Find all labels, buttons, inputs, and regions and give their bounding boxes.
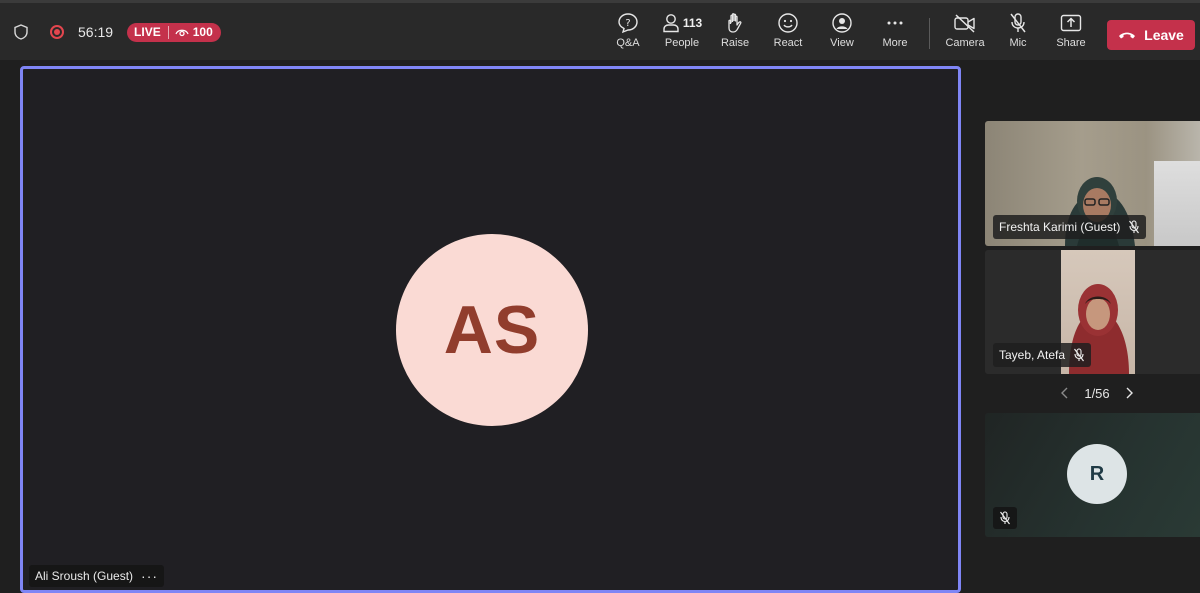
window-background bbox=[1154, 161, 1200, 246]
more-icon bbox=[884, 11, 906, 35]
mic-label: Mic bbox=[1009, 37, 1027, 49]
meeting-toolbar: 56:19 LIVE 100 ? Q&A 113 People Raise Re… bbox=[0, 3, 1200, 60]
speaker-name-tag: Ali Sroush (Guest) ··· bbox=[29, 565, 165, 587]
view-button[interactable]: View bbox=[817, 11, 867, 55]
mic-off-icon bbox=[993, 507, 1017, 529]
phone-hangup-icon bbox=[1119, 32, 1136, 39]
more-button[interactable]: More bbox=[870, 11, 920, 55]
recording-icon bbox=[50, 25, 64, 39]
leave-label: Leave bbox=[1144, 27, 1184, 43]
mic-off-icon bbox=[1128, 220, 1140, 234]
gallery-pager: 1/56 bbox=[1060, 383, 1134, 403]
view-label: View bbox=[830, 37, 854, 49]
qa-label: Q&A bbox=[616, 37, 640, 49]
share-label: Share bbox=[1056, 37, 1086, 49]
speaker-avatar: AS bbox=[396, 234, 588, 426]
smiley-icon bbox=[777, 11, 799, 35]
mic-off-icon bbox=[1008, 11, 1028, 35]
react-label: React bbox=[773, 37, 803, 49]
speaker-name: Ali Sroush (Guest) bbox=[35, 569, 134, 583]
toolbar-divider bbox=[929, 18, 930, 49]
leave-button[interactable]: Leave bbox=[1107, 20, 1195, 50]
mic-off-icon bbox=[1073, 348, 1085, 362]
participant-name: Freshta Karimi (Guest) bbox=[999, 220, 1121, 234]
participant-tile[interactable]: Freshta Karimi (Guest) bbox=[985, 121, 1200, 246]
react-button[interactable]: React bbox=[763, 11, 813, 55]
hand-icon bbox=[725, 11, 745, 35]
page-indicator: 1/56 bbox=[1084, 385, 1110, 401]
more-label: More bbox=[882, 37, 908, 49]
participant-avatar: R bbox=[1067, 444, 1127, 504]
people-count: 113 bbox=[682, 16, 703, 30]
meeting-status: 56:19 LIVE 100 bbox=[12, 20, 221, 44]
live-label: LIVE bbox=[134, 25, 161, 39]
raise-hand-button[interactable]: Raise bbox=[710, 11, 760, 55]
meeting-timer: 56:19 bbox=[78, 24, 114, 40]
main-speaker-stage[interactable]: AS Ali Sroush (Guest) ··· bbox=[20, 66, 961, 593]
participant-name-tag: Tayeb, Atefa bbox=[993, 343, 1092, 367]
camera-label: Camera bbox=[945, 37, 985, 49]
people-label: People bbox=[664, 37, 700, 49]
people-button[interactable]: 113 People bbox=[656, 11, 708, 55]
participant-name-tag: Freshta Karimi (Guest) bbox=[993, 215, 1147, 239]
person-icon bbox=[662, 13, 680, 33]
mic-button[interactable]: Mic bbox=[993, 11, 1043, 55]
chevron-left-icon[interactable] bbox=[1060, 386, 1070, 400]
share-button[interactable]: Share bbox=[1046, 11, 1096, 55]
camera-off-icon bbox=[953, 11, 977, 35]
participant-tile[interactable]: Tayeb, Atefa bbox=[985, 250, 1200, 374]
participant-name: Tayeb, Atefa bbox=[999, 348, 1066, 362]
camera-button[interactable]: Camera bbox=[940, 11, 990, 55]
viewer-count: 100 bbox=[192, 25, 213, 39]
qa-button[interactable]: ? Q&A bbox=[603, 11, 653, 55]
svg-text:?: ? bbox=[625, 18, 630, 29]
participant-tile[interactable]: R bbox=[985, 413, 1200, 537]
live-badge[interactable]: LIVE 100 bbox=[127, 22, 221, 42]
more-options-icon[interactable]: ··· bbox=[141, 568, 158, 584]
view-icon bbox=[831, 11, 853, 35]
eye-icon bbox=[175, 27, 189, 37]
shield-icon[interactable] bbox=[12, 23, 30, 41]
chevron-right-icon[interactable] bbox=[1124, 386, 1134, 400]
share-icon bbox=[1060, 11, 1082, 35]
qa-icon: ? bbox=[617, 11, 639, 35]
raise-label: Raise bbox=[720, 37, 750, 49]
